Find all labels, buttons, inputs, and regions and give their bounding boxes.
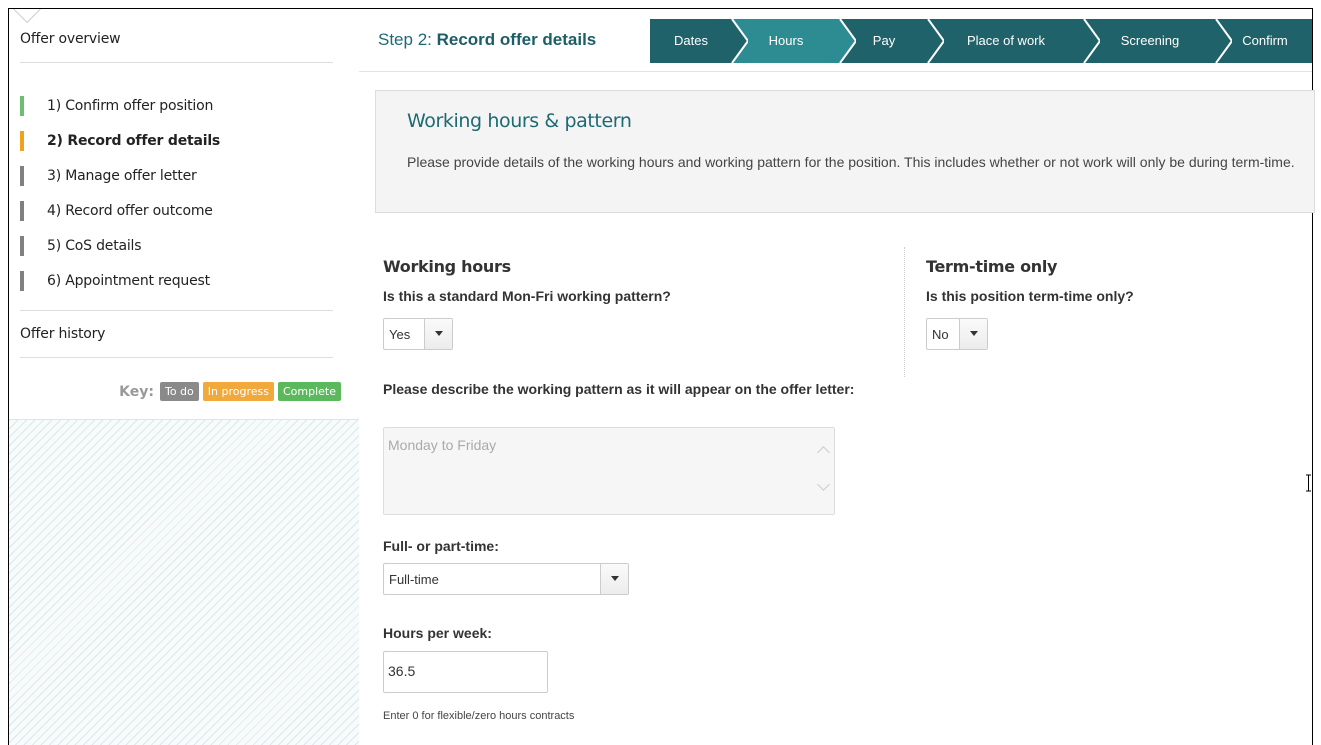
chevron-right-icon bbox=[924, 19, 944, 63]
wizard-step-dates[interactable]: Dates bbox=[650, 19, 748, 63]
select-value: Yes bbox=[389, 327, 411, 342]
sidebar-hatch-background bbox=[9, 420, 359, 745]
sidebar-panel: Offer overview 1) Confirm offer position… bbox=[9, 9, 359, 420]
sidebar-item-confirm-offer-position[interactable]: 1) Confirm offer position bbox=[20, 96, 220, 131]
term-time-label: Is this position term-time only? bbox=[926, 288, 1134, 304]
wizard-step-label: Confirm bbox=[1242, 33, 1288, 48]
status-key: Key: To do In progress Complete bbox=[119, 382, 341, 401]
sidebar-item-appointment-request[interactable]: 6) Appointment request bbox=[20, 271, 220, 306]
column-divider bbox=[904, 247, 905, 377]
intro-panel: Working hours & pattern Please provide d… bbox=[375, 90, 1315, 213]
scroll-up-icon[interactable] bbox=[817, 446, 830, 459]
sidebar-item-label: 4) Record offer outcome bbox=[47, 203, 213, 219]
scroll-down-icon[interactable] bbox=[817, 478, 830, 491]
caret-down-icon bbox=[611, 576, 619, 581]
chevron-right-icon bbox=[1212, 19, 1232, 63]
step-prefix: Step 2: bbox=[378, 30, 437, 49]
chevron-right-icon bbox=[728, 19, 748, 63]
status-bar bbox=[20, 166, 24, 186]
dropdown-arrow[interactable] bbox=[424, 319, 452, 349]
working-hours-title: Working hours bbox=[383, 257, 511, 276]
wizard-step-label: Screening bbox=[1120, 33, 1180, 48]
chevron-right-icon bbox=[836, 19, 856, 63]
offer-steps-list: 1) Confirm offer position 2) Record offe… bbox=[20, 96, 220, 306]
caret-down-icon bbox=[970, 331, 978, 336]
wizard-nav: Dates Hours Pay Place of work Screening … bbox=[650, 19, 1312, 63]
todo-badge: To do bbox=[159, 382, 199, 401]
key-label: Key: bbox=[119, 383, 154, 400]
wizard-step-screening[interactable]: Screening bbox=[1084, 19, 1232, 63]
status-bar bbox=[20, 271, 24, 291]
caret-down-icon bbox=[435, 331, 443, 336]
complete-badge: Complete bbox=[277, 382, 341, 401]
status-bar bbox=[20, 201, 24, 221]
select-value: Full-time bbox=[389, 572, 439, 587]
working-pattern-label: Please describe the working pattern as i… bbox=[383, 381, 855, 397]
wizard-step-hours[interactable]: Hours bbox=[732, 19, 856, 63]
divider bbox=[20, 310, 333, 311]
sidebar-notch bbox=[12, 9, 42, 24]
select-value: No bbox=[932, 327, 949, 342]
sidebar-item-cos-details[interactable]: 5) CoS details bbox=[20, 236, 220, 271]
text-cursor-icon bbox=[1306, 474, 1311, 492]
wizard-step-place-of-work[interactable]: Place of work bbox=[928, 19, 1100, 63]
dropdown-arrow[interactable] bbox=[600, 564, 628, 594]
step-header: Step 2: Record offer details Dates Hours… bbox=[359, 9, 1312, 72]
section-heading: Working hours & pattern bbox=[407, 110, 632, 132]
sidebar-item-record-offer-outcome[interactable]: 4) Record offer outcome bbox=[20, 201, 220, 236]
divider bbox=[20, 62, 333, 63]
hours-hint: Enter 0 for flexible/zero hours contract… bbox=[383, 710, 575, 722]
sidebar-item-label: 2) Record offer details bbox=[47, 133, 221, 149]
chevron-right-icon bbox=[1080, 19, 1100, 63]
status-bar bbox=[20, 236, 24, 256]
page-title: Step 2: Record offer details bbox=[378, 30, 596, 50]
sidebar-title[interactable]: Offer overview bbox=[20, 31, 121, 47]
sidebar-item-manage-offer-letter[interactable]: 3) Manage offer letter bbox=[20, 166, 220, 201]
term-time-title: Term-time only bbox=[926, 257, 1058, 276]
intro-text: Please provide details of the working ho… bbox=[407, 154, 1295, 170]
wizard-step-label: Place of work bbox=[966, 33, 1046, 48]
offer-history-link[interactable]: Offer history bbox=[20, 326, 105, 342]
hours-per-week-label: Hours per week: bbox=[383, 625, 492, 641]
sidebar-item-label: 3) Manage offer letter bbox=[47, 168, 197, 184]
status-bar bbox=[20, 96, 24, 116]
status-bar bbox=[20, 131, 24, 151]
dropdown-arrow[interactable] bbox=[959, 319, 987, 349]
full-part-time-label: Full- or part-time: bbox=[383, 538, 499, 554]
sidebar-item-label: 5) CoS details bbox=[47, 238, 142, 254]
sidebar-item-label: 6) Appointment request bbox=[47, 273, 210, 289]
standard-pattern-select[interactable]: Yes bbox=[383, 318, 453, 350]
in-progress-badge: In progress bbox=[202, 382, 274, 401]
sidebar-item-record-offer-details[interactable]: 2) Record offer details bbox=[20, 131, 220, 166]
full-part-time-select[interactable]: Full-time bbox=[383, 563, 629, 595]
term-time-select[interactable]: No bbox=[926, 318, 988, 350]
wizard-step-label: Dates bbox=[674, 33, 708, 48]
textarea-value: Monday to Friday bbox=[388, 437, 497, 453]
wizard-step-label: Hours bbox=[768, 33, 804, 48]
divider bbox=[20, 357, 333, 358]
wizard-step-label: Pay bbox=[872, 33, 896, 48]
step-title: Record offer details bbox=[436, 30, 597, 49]
sidebar: Offer overview 1) Confirm offer position… bbox=[9, 9, 359, 745]
standard-pattern-label: Is this a standard Mon-Fri working patte… bbox=[383, 288, 671, 304]
sidebar-item-label: 1) Confirm offer position bbox=[47, 98, 214, 114]
hours-per-week-input[interactable]: 36.5 bbox=[383, 651, 548, 693]
working-pattern-textarea[interactable]: Monday to Friday bbox=[383, 427, 835, 515]
